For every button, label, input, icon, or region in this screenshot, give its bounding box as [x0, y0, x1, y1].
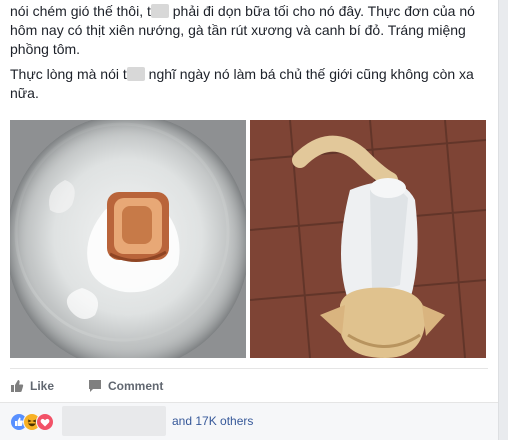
photo-bowl[interactable]	[10, 120, 246, 358]
love-reaction-icon	[36, 413, 54, 431]
redacted-word	[150, 4, 169, 18]
dog-in-white-shirt-image	[250, 120, 486, 358]
post-paragraph-2: Thực lòng mà nói t nghĩ ngày nó làm bá c…	[10, 66, 474, 101]
post-text: nói chém gió thế thôi, t phải đi dọn bữa…	[10, 2, 488, 109]
post-actions-bar: Like Comment	[10, 368, 488, 402]
post-paragraph-1: nói chém gió thế thôi, t phải đi dọn bữa…	[10, 3, 475, 57]
bowl-of-food-image	[10, 120, 246, 358]
comment-button[interactable]: Comment	[88, 378, 163, 394]
reaction-icons[interactable]	[10, 413, 60, 431]
redacted-names	[62, 406, 166, 436]
like-button[interactable]: Like	[10, 378, 54, 394]
like-label: Like	[30, 379, 55, 393]
redacted-word	[126, 67, 145, 81]
comment-label: Comment	[108, 379, 164, 393]
thumbs-up-icon	[11, 380, 24, 392]
post-card: nói chém gió thế thôi, t phải đi dọn bữa…	[0, 0, 499, 440]
comment-icon	[89, 380, 101, 392]
reactions-count-link[interactable]: and 17K others	[172, 414, 253, 428]
photo-dog[interactable]	[250, 120, 486, 358]
reactions-bar: and 17K others	[0, 402, 498, 440]
